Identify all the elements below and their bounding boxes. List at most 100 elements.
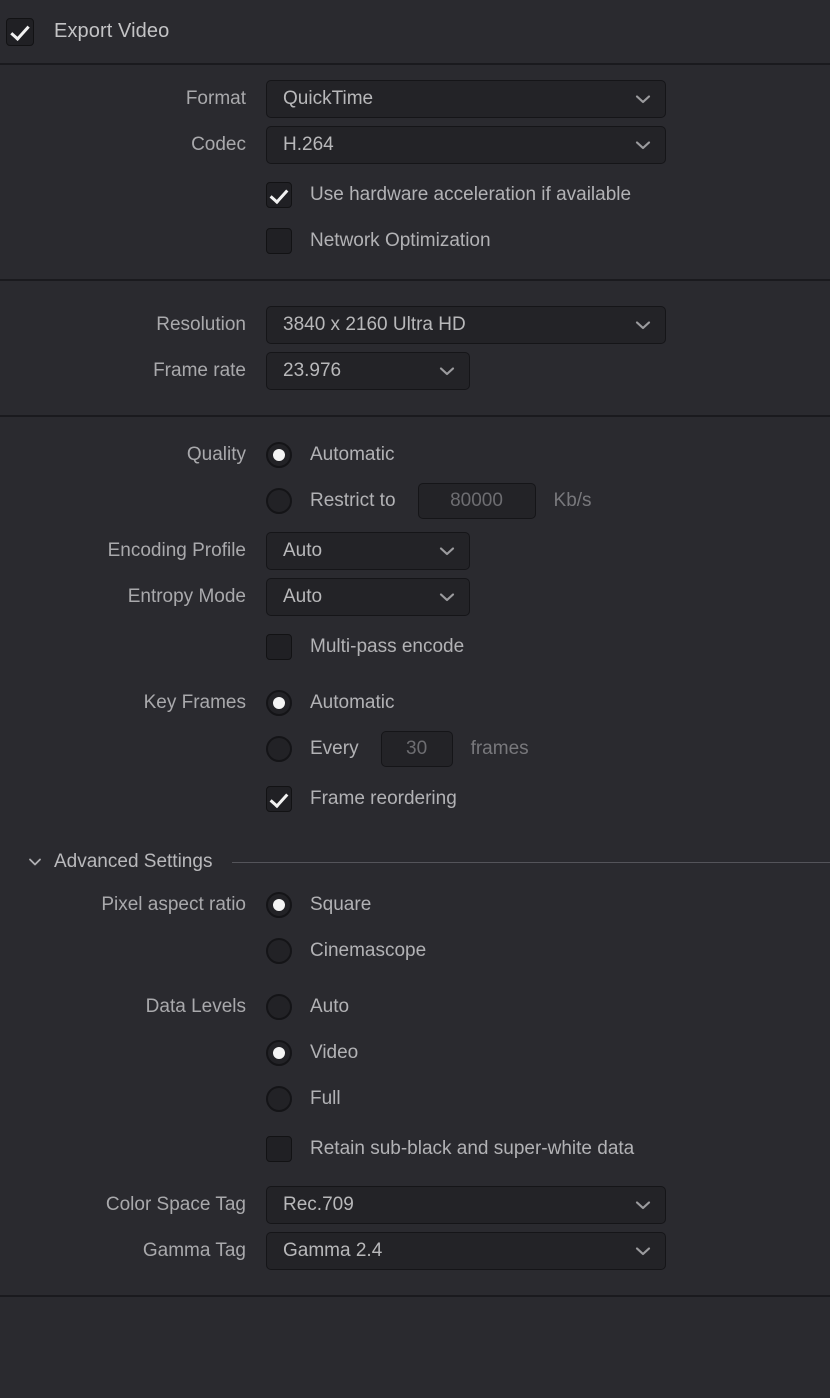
- retain-subblack-row: Retain sub-black and super-white data: [0, 1129, 830, 1169]
- retain-subblack-label: Retain sub-black and super-white data: [310, 1138, 635, 1159]
- export-video-header: Export Video: [0, 0, 830, 63]
- resolution-label: Resolution: [156, 314, 246, 335]
- data-levels-full-control[interactable]: Full: [266, 1079, 341, 1119]
- frame-reordering-row: Frame reordering: [0, 779, 830, 819]
- codec-dropdown[interactable]: H.264: [266, 126, 666, 164]
- entropy-mode-value: Auto: [283, 586, 323, 607]
- data-levels-video-row: Video: [0, 1033, 830, 1073]
- resolution-row: Resolution 3840 x 2160 Ultra HD: [0, 305, 830, 345]
- quality-restrict-radio[interactable]: [266, 488, 292, 514]
- quality-automatic-row: Quality Automatic: [0, 435, 830, 475]
- network-optimization-row: Network Optimization: [0, 221, 830, 261]
- data-levels-video-control[interactable]: Video: [266, 1033, 358, 1073]
- framerate-label: Frame rate: [153, 360, 246, 381]
- pixel-aspect-cinemascope-radio[interactable]: [266, 938, 292, 964]
- quality-automatic-radio[interactable]: [266, 442, 292, 468]
- data-levels-auto-control[interactable]: Auto: [266, 987, 349, 1027]
- bitrate-input[interactable]: 80000: [417, 483, 536, 519]
- chevron-down-icon: [437, 587, 457, 607]
- entropy-mode-dropdown[interactable]: Auto: [266, 578, 470, 616]
- keyframe-interval-unit-label: frames: [470, 738, 529, 759]
- network-optimization-checkbox[interactable]: [266, 228, 292, 254]
- keyframes-every-row: Every 30 frames: [0, 729, 830, 769]
- color-space-tag-label: Color Space Tag: [105, 1194, 246, 1215]
- pixel-aspect-square-radio[interactable]: [266, 892, 292, 918]
- gamma-tag-label: Gamma Tag: [142, 1240, 246, 1261]
- quality-restrict-row: Restrict to 80000 Kb/s: [0, 481, 830, 521]
- chevron-down-icon: [437, 541, 457, 561]
- encoding-profile-value: Auto: [283, 540, 323, 561]
- quality-restrict-control[interactable]: Restrict to: [266, 481, 396, 521]
- gamma-tag-value: Gamma 2.4: [283, 1240, 383, 1261]
- frame-reordering-checkbox[interactable]: [266, 786, 292, 812]
- bitrate-unit-label: Kb/s: [553, 490, 592, 511]
- keyframes-every-radio[interactable]: [266, 736, 292, 762]
- data-levels-full-label: Full: [310, 1088, 341, 1109]
- retain-subblack-control[interactable]: Retain sub-black and super-white data: [266, 1129, 634, 1169]
- retain-subblack-checkbox[interactable]: [266, 1136, 292, 1162]
- pixel-aspect-square-control[interactable]: Square: [266, 885, 371, 925]
- quality-automatic-label: Automatic: [310, 444, 395, 465]
- data-levels-label: Data Levels: [145, 996, 246, 1017]
- gamma-tag-row: Gamma Tag Gamma 2.4: [0, 1231, 830, 1271]
- advanced-settings-header[interactable]: Advanced Settings: [0, 839, 830, 885]
- advanced-settings-rule: [232, 861, 830, 863]
- chevron-down-icon: [633, 1195, 653, 1215]
- hardware-acceleration-control[interactable]: Use hardware acceleration if available: [266, 175, 631, 215]
- format-label: Format: [185, 88, 246, 109]
- keyframes-automatic-label: Automatic: [310, 692, 395, 713]
- network-optimization-label: Network Optimization: [310, 230, 491, 251]
- format-row: Format QuickTime: [0, 79, 830, 119]
- color-space-tag-row: Color Space Tag Rec.709: [0, 1185, 830, 1225]
- codec-value: H.264: [283, 134, 334, 155]
- quality-restrict-label: Restrict to: [310, 490, 396, 511]
- color-space-tag-dropdown[interactable]: Rec.709: [266, 1186, 666, 1224]
- format-dropdown[interactable]: QuickTime: [266, 80, 666, 118]
- disclosure-triangle-icon[interactable]: [26, 853, 44, 871]
- pixel-aspect-cinemascope-row: Cinemascope: [0, 931, 830, 971]
- color-space-tag-value: Rec.709: [283, 1194, 354, 1215]
- export-video-label: Export Video: [54, 20, 170, 42]
- quality-section: Quality Automatic Restrict to 80000 Kb/s…: [0, 417, 830, 839]
- pixel-aspect-cinemascope-control[interactable]: Cinemascope: [266, 931, 426, 971]
- frame-reordering-control[interactable]: Frame reordering: [266, 779, 457, 819]
- keyframes-automatic-control[interactable]: Automatic: [266, 683, 394, 723]
- advanced-settings-body: Pixel aspect ratio Square Cinemascope Da…: [0, 885, 830, 1295]
- hardware-acceleration-checkbox[interactable]: [266, 182, 292, 208]
- resolution-dropdown[interactable]: 3840 x 2160 Ultra HD: [266, 306, 666, 344]
- keyframes-label: Key Frames: [143, 692, 246, 713]
- data-levels-video-radio[interactable]: [266, 1040, 292, 1066]
- keyframe-interval-input[interactable]: 30: [380, 731, 453, 767]
- frame-reordering-label: Frame reordering: [310, 788, 457, 809]
- resolution-section: Resolution 3840 x 2160 Ultra HD Frame ra…: [0, 281, 830, 415]
- keyframe-interval-value: 30: [406, 738, 428, 759]
- framerate-dropdown[interactable]: 23.976: [266, 352, 470, 390]
- framerate-row: Frame rate 23.976: [0, 351, 830, 391]
- network-optimization-control[interactable]: Network Optimization: [266, 221, 491, 261]
- format-section: Format QuickTime Codec H.264 Use hardwar…: [0, 65, 830, 279]
- export-video-checkbox[interactable]: [6, 17, 34, 46]
- encoding-profile-dropdown[interactable]: Auto: [266, 532, 470, 570]
- chevron-down-icon: [633, 315, 653, 335]
- chevron-down-icon: [633, 135, 653, 155]
- export-video-settings-panel: Export Video Format QuickTime Codec H.26…: [0, 0, 830, 1398]
- keyframes-every-control[interactable]: Every: [266, 729, 359, 769]
- data-levels-full-row: Full: [0, 1079, 830, 1119]
- chevron-down-icon: [633, 89, 653, 109]
- quality-automatic-control[interactable]: Automatic: [266, 435, 394, 475]
- codec-label: Codec: [191, 134, 246, 155]
- quality-label: Quality: [186, 444, 246, 465]
- multipass-control[interactable]: Multi-pass encode: [266, 627, 464, 667]
- data-levels-full-radio[interactable]: [266, 1086, 292, 1112]
- multipass-checkbox[interactable]: [266, 634, 292, 660]
- hardware-acceleration-row: Use hardware acceleration if available: [0, 175, 830, 215]
- gamma-tag-dropdown[interactable]: Gamma 2.4: [266, 1232, 666, 1270]
- keyframes-automatic-radio[interactable]: [266, 690, 292, 716]
- encoding-profile-row: Encoding Profile Auto: [0, 531, 830, 571]
- entropy-mode-label: Entropy Mode: [127, 586, 246, 607]
- data-levels-auto-radio[interactable]: [266, 994, 292, 1020]
- multipass-label: Multi-pass encode: [310, 636, 465, 657]
- codec-row: Codec H.264: [0, 125, 830, 165]
- data-levels-auto-label: Auto: [310, 996, 350, 1017]
- keyframes-every-label: Every: [310, 738, 359, 759]
